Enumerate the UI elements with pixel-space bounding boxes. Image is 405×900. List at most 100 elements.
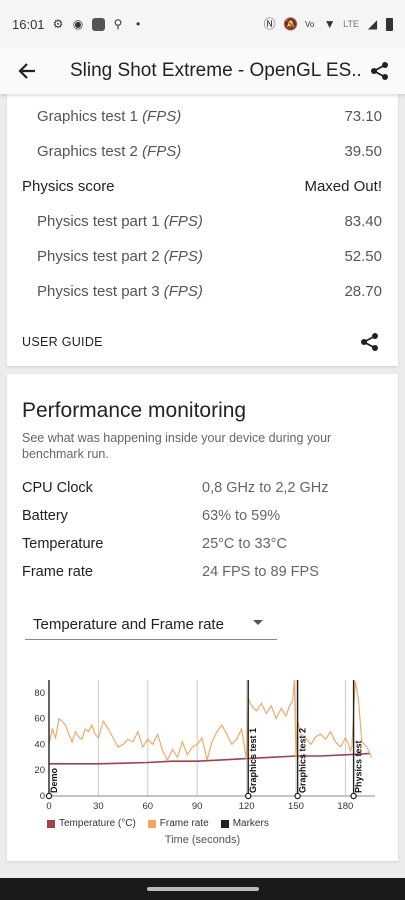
dot-icon: • <box>135 16 141 31</box>
stat-row: Battery 63% to 59% <box>22 508 382 524</box>
stat-value: 24 FPS to 89 FPS <box>202 564 319 580</box>
y-tick-label: 0 <box>40 791 45 802</box>
performance-chart: 0 20 40 60 80 0 30 60 90 120 150 180 Demo Graphics te… <box>34 679 375 809</box>
score-unit: (FPS) <box>142 143 182 160</box>
messenger-icon: ◉ <box>72 16 84 31</box>
x-tick-label: 150 <box>288 801 304 809</box>
stat-value: 63% to 59% <box>202 508 281 524</box>
section-title: Performance monitoring <box>22 399 247 422</box>
score-value: 39.50 <box>344 143 382 160</box>
chart-legend: Temperature (°C) Frame rate Markers <box>47 818 269 829</box>
score-unit: (FPS) <box>142 108 182 125</box>
stat-label: Battery <box>22 508 68 524</box>
performance-card: Performance monitoring See what was happ… <box>7 374 398 861</box>
signal-icon: ◢ <box>367 16 378 31</box>
score-value: 28.70 <box>344 283 382 300</box>
y-tick-label: 60 <box>34 714 45 725</box>
marker-label: Physics test <box>354 740 364 793</box>
app-notification-icon <box>91 17 105 31</box>
score-row: Physics score Maxed Out! <box>22 178 382 195</box>
score-label: Graphics test 1 <box>37 108 138 125</box>
location-icon: ⚲ <box>113 16 123 31</box>
x-tick-label: 180 <box>337 801 353 809</box>
score-label: Physics score <box>22 178 115 195</box>
stat-row: CPU Clock 0,8 GHz to 2,2 GHz <box>22 480 382 496</box>
score-value: Maxed Out! <box>304 178 382 195</box>
score-row: Physics test part 1 (FPS) 83.40 <box>37 213 382 230</box>
wifi-icon: ▼ <box>323 16 336 31</box>
score-value: 52.50 <box>344 248 382 265</box>
legend-label: Temperature (°C) <box>59 818 136 829</box>
legend-swatch-temperature <box>47 819 55 828</box>
score-value: 73.10 <box>344 108 382 125</box>
share-button[interactable] <box>367 58 393 84</box>
x-tick-label: 90 <box>192 801 203 809</box>
score-row: Graphics test 1 (FPS) 73.10 <box>37 108 382 125</box>
score-label: Graphics test 2 <box>37 143 138 160</box>
legend-label: Frame rate <box>159 818 209 829</box>
score-row: Graphics test 2 (FPS) 39.50 <box>37 143 382 160</box>
legend-item: Markers <box>220 818 269 829</box>
marker-point <box>294 792 301 800</box>
x-tick-label: 120 <box>239 801 255 809</box>
score-unit: (FPS) <box>163 213 203 230</box>
score-label: Physics test part 3 <box>37 283 160 300</box>
score-value: 83.40 <box>344 213 382 230</box>
share-icon <box>371 62 388 80</box>
share-icon[interactable] <box>360 332 380 352</box>
stat-value: 0,8 GHz to 2,2 GHz <box>202 480 329 496</box>
arrow-back-icon <box>18 63 35 79</box>
legend-label: Markers <box>232 818 269 829</box>
navigation-bar <box>0 878 405 900</box>
marker-label: Demo <box>49 767 59 793</box>
dropdown-selected: Temperature and Frame rate <box>33 616 224 633</box>
battery-icon <box>386 17 393 31</box>
score-unit: (FPS) <box>163 248 203 265</box>
volte-icon: Vo <box>304 19 315 29</box>
legend-item: Frame rate <box>147 818 209 829</box>
chart-type-dropdown[interactable]: Temperature and Frame rate <box>25 610 277 640</box>
x-tick-label: 30 <box>93 801 104 809</box>
stat-label: Frame rate <box>22 564 93 580</box>
legend-swatch-frame-rate <box>147 819 156 828</box>
y-tick-label: 40 <box>34 739 45 750</box>
lte-label: LTE <box>343 19 359 29</box>
stat-row: Temperature 25°C to 33°C <box>22 536 382 552</box>
nfc-icon: Ⓝ <box>263 16 276 31</box>
legend-item: Temperature (°C) <box>47 818 136 829</box>
app-bar: Sling Shot Extreme - OpenGL ES... <box>0 48 405 94</box>
legend-swatch-markers <box>220 819 229 828</box>
score-row: Physics test part 2 (FPS) 52.50 <box>37 248 382 265</box>
y-tick-label: 80 <box>34 688 45 699</box>
x-tick-label: 0 <box>46 801 51 809</box>
y-tick-label: 20 <box>34 765 45 776</box>
stat-value: 25°C to 33°C <box>202 536 287 552</box>
series-line-frame-rate <box>48 679 373 762</box>
score-label: Physics test part 2 <box>37 248 160 265</box>
stat-row: Frame rate 24 FPS to 89 FPS <box>22 564 382 580</box>
user-guide-row: USER GUIDE <box>22 332 380 352</box>
marker-point <box>350 792 357 800</box>
score-unit: (FPS) <box>163 283 203 300</box>
status-bar: 16:01 ⚙ ◉ ⚲ • Ⓝ 🔕 Vo ▼ LTE ◢ <box>0 0 405 48</box>
x-tick-label: 60 <box>142 801 153 809</box>
status-time: 16:01 <box>12 16 45 32</box>
series-line-temperature <box>49 752 371 765</box>
marker-label: Graphics test 2 <box>298 728 308 793</box>
score-label: Physics test part 1 <box>37 213 160 230</box>
stat-label: Temperature <box>22 536 104 552</box>
marker-label: Graphics test 1 <box>248 728 258 793</box>
page-title: Sling Shot Extreme - OpenGL ES... <box>70 60 360 81</box>
x-axis-title: Time (seconds) <box>164 834 241 846</box>
marker-point <box>244 792 252 800</box>
scores-card: Graphics test 1 (FPS) 73.10 Graphics tes… <box>7 94 398 366</box>
dropdown-arrow-icon <box>253 620 263 625</box>
home-gesture-pill[interactable] <box>146 887 259 891</box>
settings-icon: ⚙ <box>52 16 64 31</box>
user-guide-link[interactable]: USER GUIDE <box>22 335 103 349</box>
back-button[interactable] <box>12 56 42 86</box>
section-description: See what was happening inside your devic… <box>22 431 332 461</box>
stat-label: CPU Clock <box>22 480 93 496</box>
marker-point <box>45 792 53 800</box>
score-row: Physics test part 3 (FPS) 28.70 <box>37 283 382 300</box>
